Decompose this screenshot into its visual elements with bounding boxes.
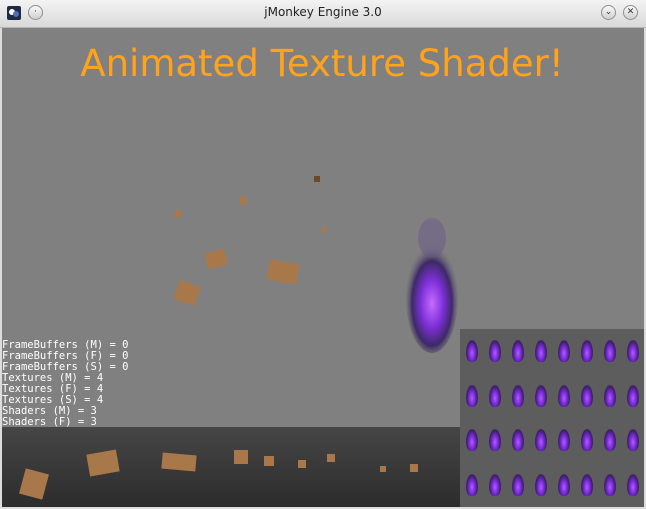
atlas-frame xyxy=(603,473,616,496)
atlas-frame xyxy=(465,473,478,496)
debris-rock xyxy=(322,227,326,233)
app-window: · jMonkey Engine 3.0 ⌄ ✕ Animated Textur… xyxy=(0,0,646,509)
debris-rock xyxy=(314,176,320,182)
debris-rock xyxy=(266,259,300,285)
debris-rock xyxy=(234,450,248,464)
atlas-frame xyxy=(534,384,547,407)
close-button[interactable]: ✕ xyxy=(623,5,638,20)
window-title: jMonkey Engine 3.0 xyxy=(264,5,382,19)
atlas-frame xyxy=(580,340,593,363)
atlas-frame xyxy=(603,384,616,407)
atlas-frame xyxy=(534,473,547,496)
animated-flame-sprite xyxy=(406,218,458,353)
atlas-frame xyxy=(488,384,501,407)
atlas-frame xyxy=(465,429,478,452)
close-icon: ✕ xyxy=(626,7,635,17)
atlas-frame xyxy=(626,473,639,496)
atlas-frame xyxy=(603,340,616,363)
atlas-frame xyxy=(626,429,639,452)
debris-rock xyxy=(327,454,335,462)
render-stats: FrameBuffers (M) = 0 FrameBuffers (F) = … xyxy=(2,340,202,428)
debris-rock xyxy=(173,209,183,219)
debris-rock xyxy=(239,195,247,206)
debris-rock xyxy=(204,248,228,270)
atlas-frame xyxy=(534,429,547,452)
atlas-frame xyxy=(580,429,593,452)
debris-rock xyxy=(264,456,274,466)
atlas-frame xyxy=(603,429,616,452)
sprite-atlas-preview xyxy=(460,329,644,507)
scene-headline: Animated Texture Shader! xyxy=(80,42,564,85)
atlas-frame xyxy=(511,384,524,407)
atlas-frame xyxy=(488,340,501,363)
atlas-frame xyxy=(626,384,639,407)
atlas-frame xyxy=(557,473,570,496)
render-viewport[interactable]: Animated Texture Shader! FrameBuffers (M… xyxy=(2,28,644,507)
atlas-frame xyxy=(580,384,593,407)
atlas-frame xyxy=(511,473,524,496)
titlebar[interactable]: · jMonkey Engine 3.0 ⌄ ✕ xyxy=(0,0,646,28)
atlas-frame xyxy=(465,384,478,407)
debris-rock xyxy=(161,452,197,472)
debris-rock xyxy=(173,279,201,307)
atlas-frame xyxy=(465,340,478,363)
debris-rock xyxy=(380,466,386,472)
atlas-frame xyxy=(626,340,639,363)
chevron-down-icon: ⌄ xyxy=(604,7,613,17)
atlas-frame xyxy=(557,384,570,407)
debris-rock xyxy=(410,464,418,472)
atlas-frame xyxy=(534,340,547,363)
atlas-frame xyxy=(488,429,501,452)
debris-rock xyxy=(298,460,306,468)
atlas-frame xyxy=(511,340,524,363)
atlas-frame xyxy=(557,340,570,363)
minimize-button[interactable]: ⌄ xyxy=(601,5,616,20)
atlas-frame xyxy=(580,473,593,496)
atlas-frame xyxy=(488,473,501,496)
stat-line: Shaders (F) = 3 xyxy=(2,416,97,428)
atlas-frame xyxy=(511,429,524,452)
atlas-frame xyxy=(557,429,570,452)
